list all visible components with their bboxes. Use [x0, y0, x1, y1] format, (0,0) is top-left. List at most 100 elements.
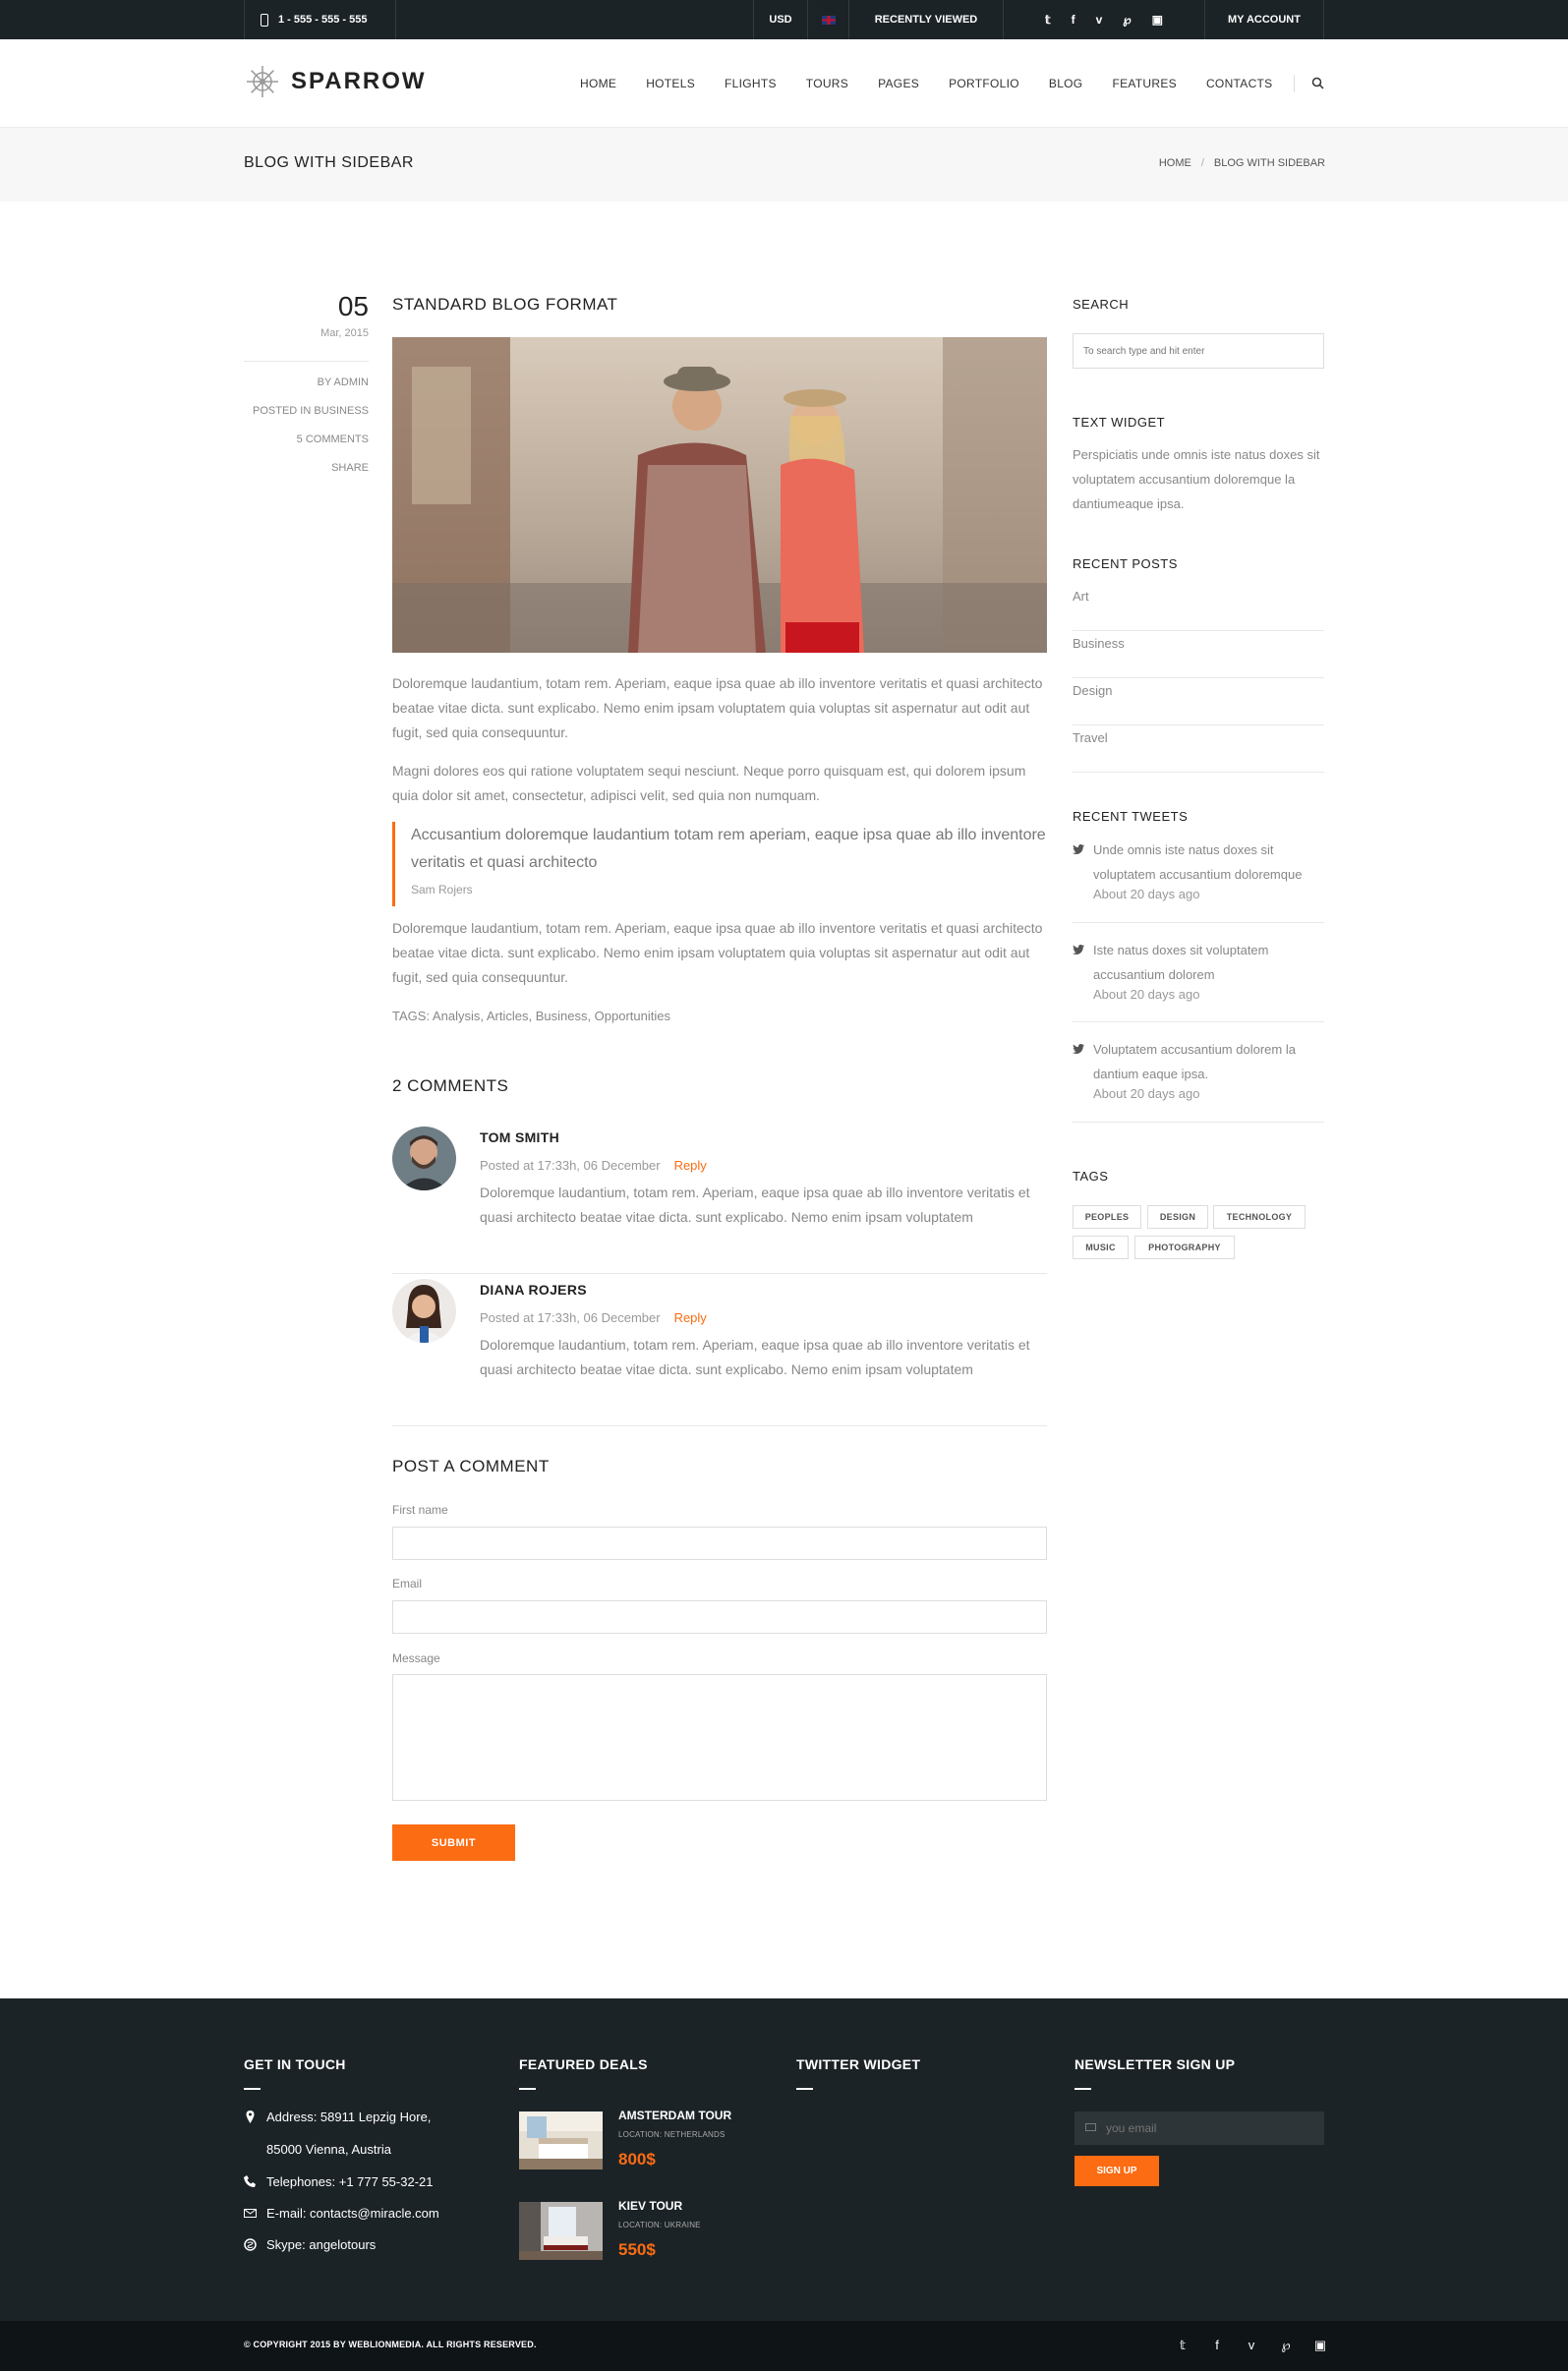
post-share[interactable]: SHARE: [244, 461, 369, 490]
currency-selector[interactable]: USD: [753, 0, 807, 39]
tag-peoples[interactable]: PEOPLES: [1073, 1205, 1141, 1229]
tweet: Iste natus doxes sit voluptatem accusant…: [1073, 938, 1324, 1022]
search-input[interactable]: [1073, 333, 1324, 369]
skype-icon: [244, 2238, 257, 2251]
nav-blog[interactable]: BLOG: [1034, 69, 1098, 98]
message-field[interactable]: [392, 1674, 1047, 1801]
comment-date: Posted at 17:33h, 06 December Reply: [480, 1158, 707, 1173]
tag-music[interactable]: MUSIC: [1073, 1236, 1129, 1259]
facebook-icon[interactable]: f: [1072, 13, 1075, 27]
get-in-touch-title: GET IN TOUCH: [244, 2056, 346, 2072]
recent-post-link[interactable]: Business: [1073, 631, 1324, 678]
deal-location: LOCATION: UKRAINE: [618, 2221, 701, 2229]
footer-email-text[interactable]: E-mail: contacts@miracle.com: [266, 2206, 439, 2221]
nav-flights[interactable]: FLIGHTS: [710, 69, 791, 98]
deal-thumbnail[interactable]: [519, 2202, 603, 2260]
comment: TOM SMITH Posted at 17:33h, 06 December R…: [392, 1127, 1047, 1274]
phone-icon: [261, 13, 268, 27]
header: SPARROW HOME HOTELS FLIGHTS TOURS PAGES …: [0, 39, 1568, 128]
post-comment-count[interactable]: 5 COMMENTS: [244, 433, 369, 461]
post-category[interactable]: POSTED IN BUSINESS: [244, 404, 369, 433]
top-bar: 1 - 555 - 555 - 555 USD RECENTLY VIEWED …: [0, 0, 1568, 39]
twitter-icon[interactable]: 𝕥: [1176, 2338, 1190, 2353]
post-meta: BY ADMIN POSTED IN BUSINESS 5 COMMENTS S…: [244, 376, 369, 490]
footer-email: E-mail: contacts@miracle.com: [244, 2206, 439, 2221]
twitter-icon: [1073, 844, 1084, 854]
reply-link[interactable]: Reply: [674, 1158, 707, 1173]
tags-title: TAGS: [1073, 1169, 1109, 1184]
nav-pages[interactable]: PAGES: [863, 69, 934, 98]
comment-author: DIANA ROJERS: [480, 1282, 587, 1298]
breadcrumb-home[interactable]: HOME: [1159, 157, 1191, 169]
facebook-icon[interactable]: f: [1210, 2338, 1224, 2353]
twitter-icon[interactable]: 𝕥: [1045, 13, 1051, 27]
post-blockquote: Accusantium doloremque laudantium totam …: [392, 822, 1047, 906]
recent-post-link[interactable]: Art: [1073, 584, 1324, 631]
deal-price: 550$: [618, 2240, 656, 2259]
deal-thumbnail[interactable]: [519, 2111, 603, 2169]
first-name-field[interactable]: [392, 1527, 1047, 1560]
message-label: Message: [392, 1651, 440, 1665]
recently-viewed-link[interactable]: RECENTLY VIEWED: [848, 0, 1003, 39]
nav-portfolio[interactable]: PORTFOLIO: [934, 69, 1034, 98]
tag-technology[interactable]: TECHNOLOGY: [1213, 1205, 1306, 1229]
phone-icon: [244, 2175, 256, 2187]
text-widget-body: Perspiciatis unde omnis iste natus doxes…: [1073, 447, 1320, 511]
quote-text: Accusantium doloremque laudantium totam …: [411, 827, 1046, 871]
title-dash: [519, 2088, 536, 2090]
vimeo-icon[interactable]: v: [1245, 2338, 1258, 2353]
nav-divider: [1294, 75, 1295, 92]
twitter-icon: [1073, 1044, 1084, 1054]
post-title[interactable]: STANDARD BLOG FORMAT: [392, 295, 617, 315]
title-dash: [1074, 2088, 1091, 2090]
instagram-icon[interactable]: ▣: [1313, 2338, 1327, 2353]
nav-home[interactable]: HOME: [565, 69, 631, 98]
tweet-time: About 20 days ago: [1093, 887, 1200, 901]
email-field[interactable]: [392, 1600, 1047, 1634]
language-selector[interactable]: [807, 0, 848, 39]
comment-date-text: Posted at 17:33h, 06 December: [480, 1310, 661, 1325]
first-name-label: First name: [392, 1503, 448, 1517]
comment-text: Doloremque laudantium, totam rem. Aperia…: [480, 1337, 1030, 1377]
twitter-icon: [1073, 945, 1084, 954]
instagram-icon[interactable]: ▣: [1152, 13, 1163, 27]
recent-post-link[interactable]: Travel: [1073, 725, 1324, 773]
deal-name[interactable]: KIEV TOUR: [618, 2199, 682, 2213]
recent-posts-title: RECENT POSTS: [1073, 556, 1178, 571]
pinterest-icon[interactable]: ℘: [1123, 13, 1131, 27]
post-author[interactable]: BY ADMIN: [244, 376, 369, 404]
pinterest-icon[interactable]: ℘: [1279, 2338, 1293, 2353]
nav-contacts[interactable]: CONTACTS: [1191, 69, 1288, 98]
recent-post-link[interactable]: Design: [1073, 678, 1324, 725]
phone-contact: 1 - 555 - 555 - 555: [244, 0, 396, 39]
deal-name[interactable]: AMSTERDAM TOUR: [618, 2109, 731, 2122]
deal-location: LOCATION: NETHERLANDS: [618, 2130, 726, 2139]
tag-photography[interactable]: PHOTOGRAPHY: [1134, 1236, 1235, 1259]
quote-author: Sam Rojers: [411, 883, 473, 896]
vimeo-icon[interactable]: v: [1096, 13, 1103, 27]
social-links: 𝕥 f v ℘ ▣: [1003, 0, 1204, 39]
tweet-text: Iste natus doxes sit voluptatem accusant…: [1093, 943, 1269, 982]
deal-price: 800$: [618, 2150, 656, 2169]
meta-divider: [244, 361, 369, 362]
address-line-1: Address: 58911 Lepzig Hore,: [266, 2110, 432, 2124]
comments-heading: 2 COMMENTS: [392, 1076, 509, 1095]
breadcrumb-separator: /: [1200, 157, 1204, 169]
nav-tours[interactable]: TOURS: [791, 69, 863, 98]
reply-link[interactable]: Reply: [674, 1310, 707, 1325]
my-account-link[interactable]: MY ACCOUNT: [1204, 0, 1324, 39]
submit-button[interactable]: SUBMIT: [392, 1824, 515, 1861]
tag-design[interactable]: DESIGN: [1147, 1205, 1208, 1229]
nav-features[interactable]: FEATURES: [1097, 69, 1191, 98]
logo[interactable]: SPARROW: [244, 63, 427, 100]
tweet-time: About 20 days ago: [1093, 1086, 1200, 1101]
search-icon[interactable]: [1311, 77, 1324, 89]
address-line-2: 85000 Vienna, Austria: [266, 2142, 391, 2157]
newsletter-email-input[interactable]: [1074, 2111, 1324, 2145]
nav-hotels[interactable]: HOTELS: [631, 69, 710, 98]
recent-tweets-title: RECENT TWEETS: [1073, 809, 1189, 824]
comment-text: Doloremque laudantium, totam rem. Aperia…: [480, 1185, 1030, 1225]
sign-up-button[interactable]: SIGN UP: [1074, 2156, 1159, 2186]
main-nav: HOME HOTELS FLIGHTS TOURS PAGES PORTFOLI…: [565, 69, 1287, 98]
footer-phone: Telephones: +1 777 55-32-21: [244, 2174, 434, 2189]
